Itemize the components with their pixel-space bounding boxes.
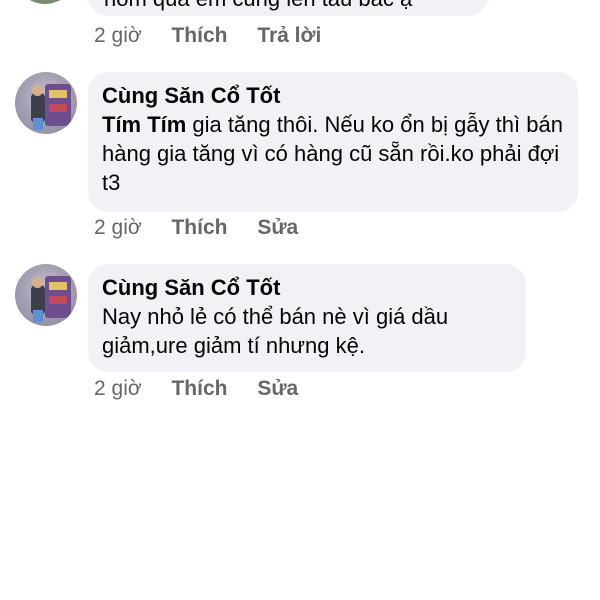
avatar-shelf-item: [49, 296, 67, 304]
avatar-shelf-item: [49, 282, 67, 290]
avatar[interactable]: [15, 264, 77, 326]
comment-time[interactable]: 2 giờ: [94, 377, 142, 401]
comment-time[interactable]: 2 giờ: [94, 24, 142, 48]
comment-author[interactable]: Cùng Săn Cổ Tốt: [102, 82, 563, 110]
like-button[interactable]: Thích: [171, 216, 227, 240]
avatar-shelf-item: [49, 104, 67, 112]
avatar[interactable]: [15, 72, 77, 134]
comment-bubble: Cùng Săn Cổ Tốt Nay nhỏ lẻ có thể bán nè…: [88, 264, 526, 372]
avatar[interactable]: [14, 0, 76, 4]
comment-body: Tím Tím gia tăng thôi. Nếu ko ổn bị gẫy t…: [102, 110, 563, 197]
reply-button[interactable]: Trả lời: [257, 24, 321, 48]
comment-time[interactable]: 2 giờ: [94, 216, 142, 240]
comment-body: Nay nhỏ lẻ có thể bán nè vì giá dầu giảm…: [102, 304, 449, 358]
comment-author[interactable]: Cùng Săn Cổ Tốt: [102, 274, 511, 302]
avatar-legs: [33, 118, 43, 130]
comment-thread: hôm qua em cũng lên tàu bác ạ 2 giờ Thíc…: [0, 0, 600, 600]
edit-button[interactable]: Sửa: [257, 216, 298, 240]
avatar-legs: [33, 310, 43, 322]
edit-button[interactable]: Sửa: [257, 377, 298, 401]
comment-actions: 2 giờ Thích Trả lời: [94, 24, 321, 48]
comment-text: hôm qua em cũng lên tàu bác ạ: [104, 0, 412, 12]
comment-actions: 2 giờ Thích Sửa: [94, 216, 298, 240]
avatar-shelf-item: [49, 90, 67, 98]
like-button[interactable]: Thích: [171, 24, 227, 48]
mention-link[interactable]: Tím Tím: [102, 112, 186, 137]
comment-actions: 2 giờ Thích Sửa: [94, 377, 298, 401]
avatar-head: [32, 277, 43, 288]
comment-bubble: hôm qua em cũng lên tàu bác ạ: [88, 0, 488, 16]
avatar-head: [32, 85, 43, 96]
comment-bubble: Cùng Săn Cổ Tốt Tím Tím gia tăng thôi. Nế…: [88, 72, 578, 212]
like-button[interactable]: Thích: [171, 377, 227, 401]
